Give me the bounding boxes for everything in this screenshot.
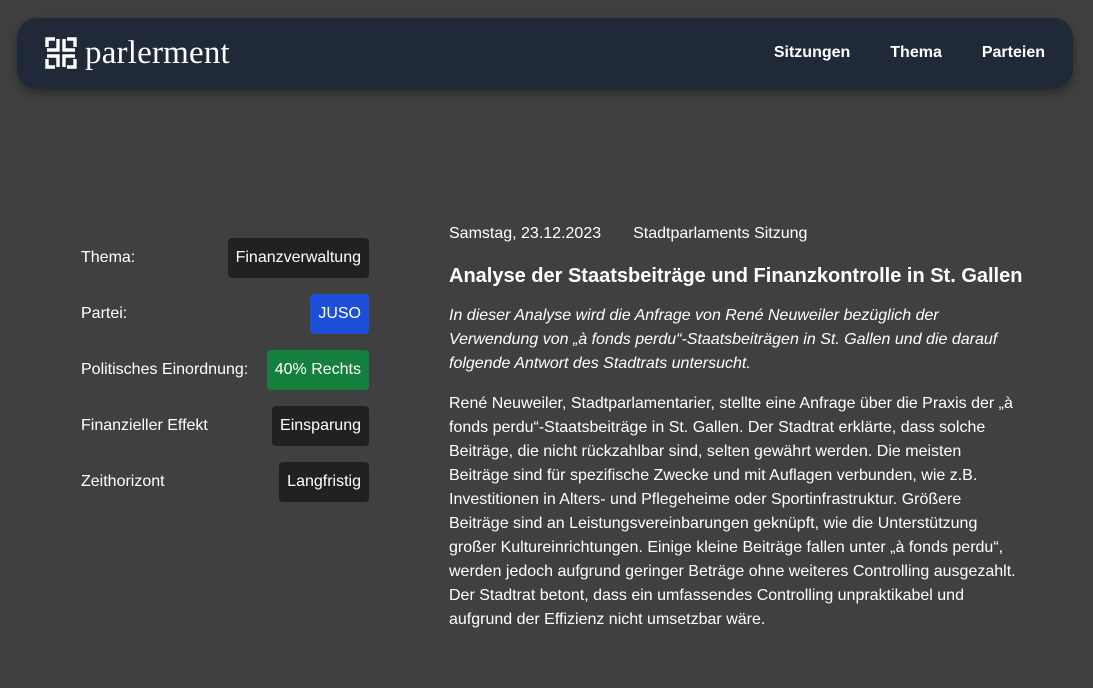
nav-link-thema[interactable]: Thema	[890, 43, 942, 63]
meta-row-partei: Partei: JUSO	[81, 294, 369, 334]
session-type: Stadtparlaments Sitzung	[633, 225, 808, 242]
meta-label-partei: Partei:	[81, 305, 128, 322]
article: Samstag, 23.12.2023 Stadtparlaments Sitz…	[449, 224, 1029, 632]
party-badge: JUSO	[310, 294, 369, 334]
time-horizon-badge: Langfristig	[279, 462, 369, 502]
meta-row-einordnung: Politisches Einordnung: 40% Rechts	[81, 350, 369, 390]
meta-row-effekt: Finanzieller Effekt Einsparung	[81, 406, 369, 446]
meta-row-thema: Thema: Finanzverwaltung	[81, 238, 369, 278]
article-body: René Neuweiler, Stadtparlamentarier, ste…	[449, 395, 1016, 628]
topic-badge: Finanzverwaltung	[227, 238, 369, 278]
meta-label-zeithorizont: Zeithorizont	[81, 473, 165, 490]
top-navbar: parlerment Sitzungen Thema Parteien	[17, 18, 1073, 89]
nav-link-parteien[interactable]: Parteien	[982, 43, 1045, 63]
financial-effect-badge: Einsparung	[272, 406, 369, 446]
article-meta: Samstag, 23.12.2023 Stadtparlaments Sitz…	[449, 224, 1029, 244]
article-date: Samstag, 23.12.2023	[449, 225, 602, 242]
article-lead: In dieser Analyse wird die Anfrage von R…	[449, 307, 998, 372]
meta-label-einordnung: Politisches Einordnung:	[81, 361, 249, 378]
meta-row-zeithorizont: Zeithorizont Langfristig	[81, 462, 369, 502]
nav-link-sitzungen[interactable]: Sitzungen	[774, 43, 850, 63]
metadata-panel: Thema: Finanzverwaltung Partei: JUSO Pol…	[81, 238, 369, 518]
bracket-cross-icon	[45, 37, 77, 69]
brand-logo-link[interactable]: parlerment	[44, 35, 230, 71]
article-title: Analyse der Staatsbeiträge und Finanzkon…	[449, 265, 1023, 287]
meta-label-effekt: Finanzieller Effekt	[81, 417, 208, 434]
meta-label-thema: Thema:	[81, 249, 136, 266]
brand-name: parlerment	[85, 35, 230, 71]
main-navigation: Sitzungen Thema Parteien	[774, 43, 1045, 63]
political-position-badge: 40% Rechts	[266, 350, 369, 390]
